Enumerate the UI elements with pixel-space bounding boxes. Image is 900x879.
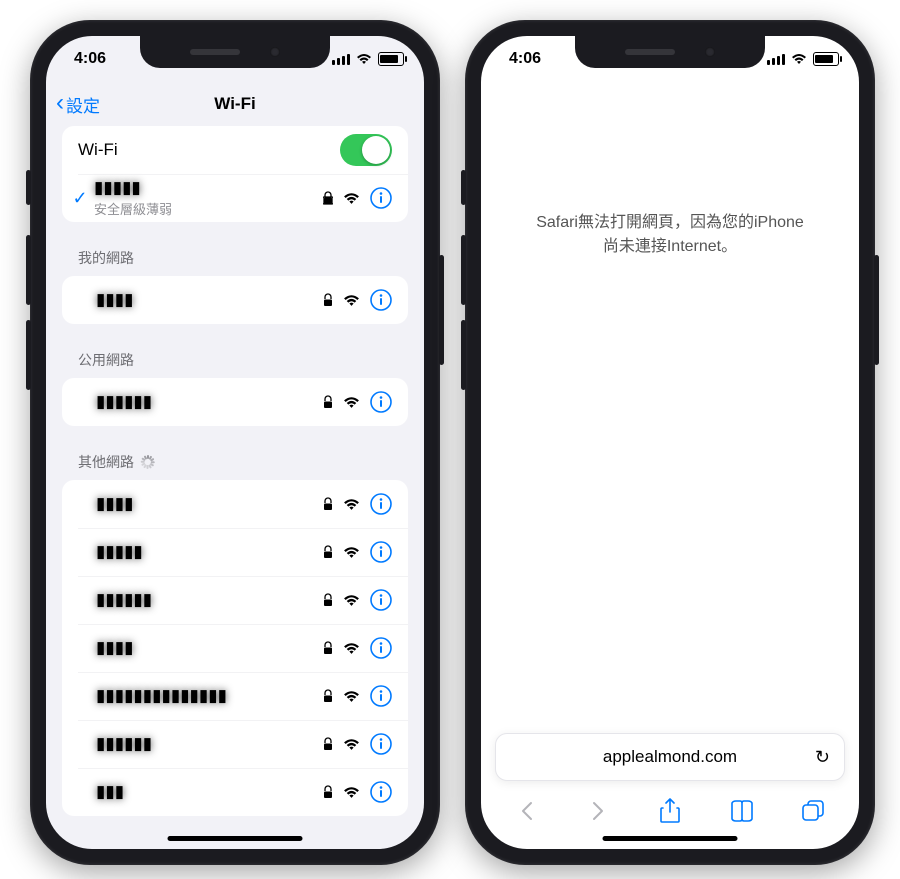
lock-icon bbox=[323, 497, 333, 511]
safari-error-message: Safari無法打開網頁，因為您的iPhone 尚未連接Internet。 bbox=[511, 211, 829, 259]
screen-settings-wifi: 4:06 ‹ 設定 Wi-Fi Wi-Fi ✓ bbox=[46, 36, 424, 849]
network-row[interactable]: ▮▮▮▮▮▮ bbox=[62, 378, 408, 426]
network-row[interactable]: ▮▮▮▮▮ bbox=[62, 528, 408, 576]
lock-icon bbox=[323, 293, 333, 307]
url-text: applealmond.com bbox=[603, 747, 737, 767]
reload-icon[interactable]: ↻ bbox=[815, 747, 830, 768]
info-icon[interactable] bbox=[370, 289, 392, 311]
iphone-device-right: 4:06 Safari無法打開網頁，因為您的iPhone 尚未連接Interne… bbox=[465, 20, 875, 865]
status-time: 4:06 bbox=[509, 50, 541, 68]
network-name: ▮▮▮▮ bbox=[96, 494, 133, 514]
info-icon[interactable] bbox=[370, 685, 392, 707]
safari-toolbar bbox=[481, 787, 859, 835]
page-title: Wi-Fi bbox=[214, 94, 255, 114]
network-row[interactable]: ▮▮▮▮▮▮ bbox=[62, 576, 408, 624]
network-name: ▮▮▮▮▮▮ bbox=[96, 590, 152, 610]
error-line1: Safari無法打開網頁，因為您的iPhone bbox=[536, 214, 804, 231]
forward-icon[interactable] bbox=[585, 798, 611, 824]
connected-network-subtitle: 安全層級薄弱 bbox=[94, 199, 172, 218]
lock-icon bbox=[323, 737, 333, 751]
info-icon[interactable] bbox=[370, 733, 392, 755]
network-row[interactable]: ▮▮▮▮ bbox=[62, 624, 408, 672]
home-indicator[interactable] bbox=[603, 836, 738, 841]
url-bar[interactable]: applealmond.com ↻ bbox=[495, 733, 845, 781]
wifi-icon bbox=[343, 498, 360, 511]
network-name: ▮▮▮▮ bbox=[96, 638, 133, 658]
wifi-toggle[interactable] bbox=[340, 134, 392, 166]
home-indicator[interactable] bbox=[168, 836, 303, 841]
lock-icon bbox=[323, 593, 333, 607]
battery-icon bbox=[378, 52, 404, 66]
checkmark-icon: ✓ bbox=[70, 188, 90, 209]
wifi-toggle-label: Wi-Fi bbox=[78, 140, 118, 160]
wifi-status-icon bbox=[356, 53, 372, 65]
info-icon[interactable] bbox=[370, 493, 392, 515]
info-icon[interactable] bbox=[370, 187, 392, 209]
network-name: ▮▮▮▮▮ bbox=[96, 542, 143, 562]
nav-bar: ‹ 設定 Wi-Fi bbox=[46, 82, 424, 126]
info-icon[interactable] bbox=[370, 541, 392, 563]
error-line2: 尚未連接Internet。 bbox=[603, 238, 737, 255]
bookmarks-icon[interactable] bbox=[729, 798, 755, 824]
wifi-icon bbox=[343, 192, 360, 205]
network-name: ▮▮▮▮▮▮ bbox=[96, 734, 152, 754]
cellular-signal-icon bbox=[767, 54, 785, 65]
notch bbox=[575, 36, 765, 68]
lock-icon bbox=[323, 689, 333, 703]
network-row[interactable]: ▮▮▮ bbox=[62, 768, 408, 816]
wifi-icon bbox=[343, 690, 360, 703]
wifi-icon bbox=[343, 546, 360, 559]
info-icon[interactable] bbox=[370, 589, 392, 611]
chevron-left-icon: ‹ bbox=[56, 91, 64, 115]
connected-network-name: ▮▮▮▮▮ bbox=[94, 178, 172, 198]
wifi-icon bbox=[343, 786, 360, 799]
info-icon[interactable] bbox=[370, 391, 392, 413]
wifi-toggle-row: Wi-Fi bbox=[62, 126, 408, 174]
wifi-status-icon bbox=[791, 53, 807, 65]
info-icon[interactable] bbox=[370, 781, 392, 803]
wifi-icon bbox=[343, 594, 360, 607]
network-name: ▮▮▮▮▮▮▮▮▮▮▮▮▮▮ bbox=[96, 686, 227, 706]
back-label: 設定 bbox=[66, 92, 100, 117]
notch bbox=[140, 36, 330, 68]
network-row[interactable]: ▮▮▮▮ bbox=[62, 276, 408, 324]
lock-icon bbox=[323, 545, 333, 559]
wifi-icon bbox=[343, 738, 360, 751]
lock-icon bbox=[323, 785, 333, 799]
section-other-heading: 其他網路 bbox=[78, 452, 134, 472]
section-other-networks: 其他網路 bbox=[62, 434, 408, 480]
lock-icon bbox=[323, 395, 333, 409]
back-icon[interactable] bbox=[514, 798, 540, 824]
wifi-icon bbox=[343, 642, 360, 655]
status-time: 4:06 bbox=[74, 50, 106, 68]
back-button[interactable]: ‹ 設定 bbox=[56, 82, 100, 126]
section-my-networks: 我的網路 bbox=[62, 230, 408, 276]
cellular-signal-icon bbox=[332, 54, 350, 65]
lock-icon bbox=[323, 191, 333, 205]
connected-network-row[interactable]: ✓ ▮▮▮▮▮ 安全層級薄弱 bbox=[62, 174, 408, 222]
wifi-settings-content[interactable]: Wi-Fi ✓ ▮▮▮▮▮ 安全層級薄弱 bbox=[46, 126, 424, 849]
network-row[interactable]: ▮▮▮▮▮▮ bbox=[62, 720, 408, 768]
wifi-icon bbox=[343, 294, 360, 307]
network-row[interactable]: ▮▮▮▮▮▮▮▮▮▮▮▮▮▮ bbox=[62, 672, 408, 720]
loading-spinner-icon bbox=[140, 455, 154, 469]
screen-safari: 4:06 Safari無法打開網頁，因為您的iPhone 尚未連接Interne… bbox=[481, 36, 859, 849]
network-name: ▮▮▮▮ bbox=[96, 290, 133, 310]
battery-icon bbox=[813, 52, 839, 66]
network-name: ▮▮▮▮▮▮ bbox=[96, 392, 152, 412]
wifi-icon bbox=[343, 396, 360, 409]
network-row[interactable]: ▮▮▮▮ bbox=[62, 480, 408, 528]
network-name: ▮▮▮ bbox=[96, 782, 124, 802]
iphone-device-left: 4:06 ‹ 設定 Wi-Fi Wi-Fi ✓ bbox=[30, 20, 440, 865]
info-icon[interactable] bbox=[370, 637, 392, 659]
share-icon[interactable] bbox=[657, 798, 683, 824]
tabs-icon[interactable] bbox=[800, 798, 826, 824]
section-public-networks: 公用網路 bbox=[62, 332, 408, 378]
lock-icon bbox=[323, 641, 333, 655]
